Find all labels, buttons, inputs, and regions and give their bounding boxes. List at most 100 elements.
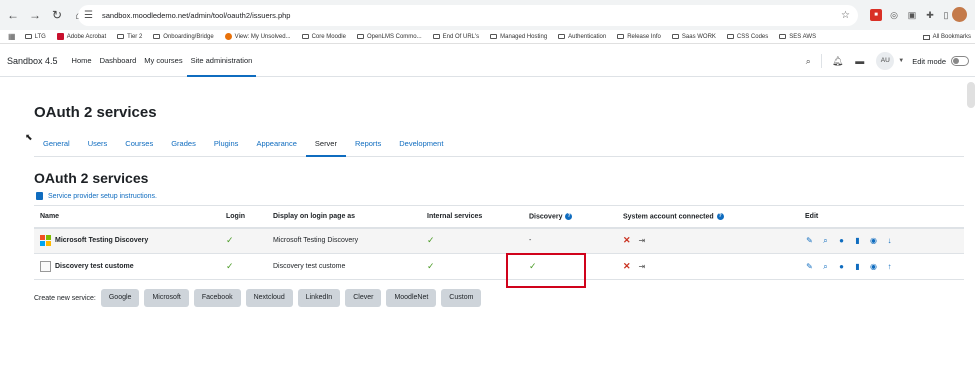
user-icon[interactable]: ● bbox=[837, 262, 846, 271]
user-icon[interactable]: ● bbox=[837, 236, 846, 245]
profile-avatar[interactable] bbox=[952, 7, 967, 22]
edit-mode-toggle[interactable] bbox=[951, 56, 969, 66]
help-icon[interactable]: ? bbox=[565, 212, 573, 220]
folder-icon bbox=[356, 34, 364, 39]
bookmark-item[interactable]: Authentication bbox=[558, 34, 606, 40]
check-icon: ✓ bbox=[226, 235, 234, 246]
cell-system-account: ✕ ⇥ bbox=[617, 253, 799, 280]
extension-red-icon[interactable]: ■ bbox=[870, 9, 882, 21]
cell-edit: ✎ ⌕ ● ▮ ◉ ↓ bbox=[799, 227, 964, 254]
bookmark-item[interactable]: View: My Unsolved... bbox=[224, 33, 291, 40]
search-icon[interactable]: ⌕ bbox=[806, 56, 811, 67]
create-clever-button[interactable]: Clever bbox=[345, 289, 382, 307]
cell-internal: ✓ bbox=[421, 227, 523, 254]
create-facebook-button[interactable]: Facebook bbox=[193, 289, 241, 307]
extension-icon[interactable]: ▣ bbox=[906, 9, 918, 21]
bookmark-item[interactable]: SES AWS bbox=[779, 34, 816, 40]
bookmark-item[interactable]: End Of URL's bbox=[432, 34, 479, 40]
tab-reports[interactable]: Reports bbox=[346, 132, 390, 157]
user-avatar[interactable]: AU bbox=[876, 52, 895, 70]
service-name: Discovery test custome bbox=[55, 263, 134, 270]
nav-my-courses[interactable]: My courses bbox=[140, 45, 186, 77]
back-icon[interactable]: ← bbox=[4, 6, 22, 24]
bookmark-star-icon[interactable]: ☆ bbox=[841, 10, 850, 21]
bookmark-item[interactable]: Saas WORK bbox=[671, 34, 716, 40]
folder-icon bbox=[558, 34, 566, 39]
connect-system-account-icon[interactable]: ⇥ bbox=[639, 262, 646, 271]
cell-login: ✓ bbox=[220, 253, 267, 280]
site-info-icon[interactable]: ☰ bbox=[84, 10, 98, 21]
pencil-icon[interactable]: ✎ bbox=[805, 262, 814, 271]
book-icon bbox=[36, 192, 43, 200]
url-text: sandbox.moodledemo.net/admin/tool/oauth2… bbox=[102, 11, 291, 20]
microsoft-logo-icon bbox=[40, 235, 51, 247]
create-google-button[interactable]: Google bbox=[100, 289, 140, 307]
broken-image-icon bbox=[40, 261, 51, 272]
arrow-down-icon[interactable]: ↓ bbox=[885, 236, 894, 245]
nav-site-administration[interactable]: Site administration bbox=[186, 45, 257, 77]
all-bookmarks[interactable]: All Bookmarks bbox=[918, 30, 975, 43]
cell-name: Microsoft Testing Discovery bbox=[34, 227, 220, 254]
bell-icon[interactable]: 🔔︎ bbox=[832, 56, 843, 67]
check-icon: ✓ bbox=[226, 261, 234, 271]
tab-appearance[interactable]: Appearance bbox=[247, 132, 305, 157]
cell-discovery: - bbox=[523, 227, 617, 254]
instructions-text[interactable]: Service provider setup instructions. bbox=[48, 193, 157, 200]
trash-icon[interactable]: ▮ bbox=[853, 236, 862, 245]
sidepanel-icon[interactable]: ▯ bbox=[940, 9, 952, 21]
pencil-icon[interactable]: ✎ bbox=[805, 236, 814, 245]
folder-icon bbox=[24, 34, 32, 39]
instructions-link[interactable]: Service provider setup instructions. bbox=[36, 192, 157, 200]
eye-icon[interactable]: ◉ bbox=[869, 262, 878, 271]
scrollbar[interactable] bbox=[967, 82, 975, 108]
bookmark-item[interactable]: OpenLMS Commo... bbox=[356, 34, 422, 40]
help-icon[interactable]: ? bbox=[716, 212, 724, 220]
create-moodlenet-button[interactable]: MoodleNet bbox=[386, 289, 437, 307]
section-title: OAuth 2 services bbox=[34, 170, 149, 186]
connect-system-account-icon[interactable]: ⇥ bbox=[639, 236, 646, 245]
create-microsoft-button[interactable]: Microsoft bbox=[144, 289, 189, 307]
bookmark-item[interactable]: Onboarding/Bridge bbox=[153, 34, 214, 40]
bookmark-item[interactable]: LTG bbox=[24, 34, 46, 40]
address-bar[interactable]: ☰ sandbox.moodledemo.net/admin/tool/oaut… bbox=[78, 5, 858, 26]
apps-grid-icon[interactable]: ▦ bbox=[8, 32, 16, 41]
bookmarks-bar: ▦ LTG Adobe Acrobat Tier 2 Onboarding/Br… bbox=[0, 30, 975, 44]
bookmark-item[interactable]: Tier 2 bbox=[117, 34, 142, 40]
create-custom-button[interactable]: Custom bbox=[441, 289, 482, 307]
tab-plugins[interactable]: Plugins bbox=[205, 132, 248, 157]
tab-grades[interactable]: Grades bbox=[162, 132, 205, 157]
page-title: OAuth 2 services bbox=[34, 104, 157, 121]
camera-icon[interactable]: ◎ bbox=[888, 9, 900, 21]
bookmark-item[interactable]: Adobe Acrobat bbox=[56, 33, 106, 40]
tab-general[interactable]: General bbox=[34, 132, 79, 157]
folder-icon bbox=[490, 34, 498, 39]
search-icon[interactable]: ⌕ bbox=[821, 262, 830, 272]
create-nextcloud-button[interactable]: Nextcloud bbox=[245, 289, 293, 307]
chevron-down-icon[interactable]: ▼ bbox=[898, 58, 904, 64]
folder-icon bbox=[153, 34, 161, 39]
bookmark-item[interactable]: CSS Codes bbox=[726, 34, 768, 40]
nav-dashboard[interactable]: Dashboard bbox=[96, 45, 141, 77]
bookmark-item[interactable]: Release Info bbox=[617, 34, 661, 40]
tab-development[interactable]: Development bbox=[390, 132, 452, 157]
reload-icon[interactable]: ↻ bbox=[48, 6, 66, 24]
messages-icon[interactable]: ▬ bbox=[855, 56, 864, 66]
create-service-row: Create new service: Google Microsoft Fac… bbox=[34, 289, 486, 307]
arrow-up-icon[interactable]: ↑ bbox=[885, 262, 894, 271]
trash-icon[interactable]: ▮ bbox=[853, 262, 862, 271]
forward-icon[interactable]: → bbox=[26, 6, 44, 24]
eye-icon[interactable]: ◉ bbox=[869, 236, 878, 245]
folder-icon bbox=[617, 34, 625, 39]
search-icon[interactable]: ⌕ bbox=[821, 236, 830, 246]
tab-users[interactable]: Users bbox=[79, 132, 117, 157]
nav-home[interactable]: Home bbox=[68, 45, 96, 77]
folder-icon bbox=[301, 34, 309, 39]
puzzle-icon[interactable]: ✚ bbox=[924, 9, 936, 21]
folder-icon bbox=[432, 34, 440, 39]
tab-courses[interactable]: Courses bbox=[116, 132, 162, 157]
bookmark-item[interactable]: Core Moodle bbox=[301, 34, 346, 40]
bookmark-item[interactable]: Managed Hosting bbox=[490, 34, 547, 40]
site-brand[interactable]: Sandbox 4.5 bbox=[7, 56, 58, 66]
tab-server[interactable]: Server bbox=[305, 132, 346, 157]
create-linkedin-button[interactable]: LinkedIn bbox=[297, 289, 341, 307]
